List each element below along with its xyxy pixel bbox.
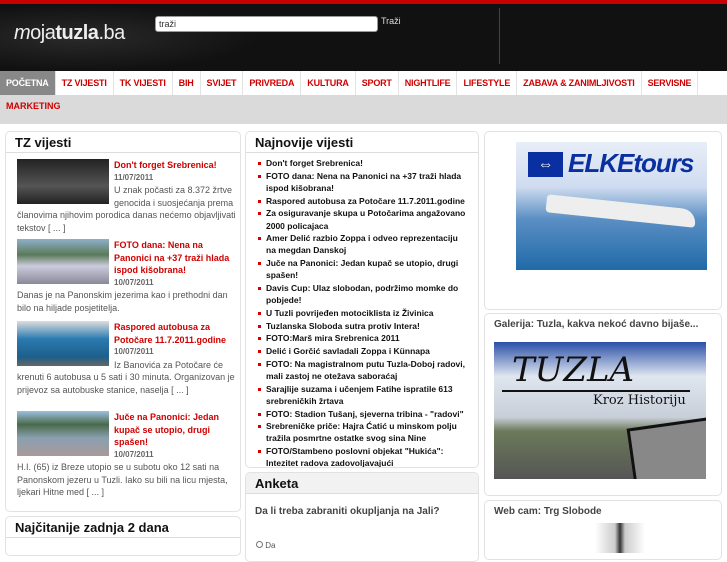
news-thumbnail[interactable] [17,321,109,366]
ad-text: ELKEtours [568,148,694,178]
tz-vijesti-box: TZ vijesti Don't forget Srebrenica! 11/07… [5,131,241,512]
news-excerpt: H.I. (65) iz Breze utopio se u subotu ok… [17,462,228,497]
latest-news-link[interactable]: Davis Cup: Ulaz slobodan, podržimo momke… [258,282,470,306]
latest-news-link[interactable]: Amer Delić razbio Zoppa i odveo reprezen… [258,232,470,256]
webcam-box: Web cam: Trg Slobode [484,500,722,560]
box-title: Najnovije vijesti [246,132,478,153]
anketa-box: Anketa Da li treba zabraniti okupljanja … [245,472,479,562]
tz-news-item: Don't forget Srebrenica! 11/07/2011 U znak… [17,159,239,234]
latest-news-link[interactable]: Juče na Panonici: Jedan kupač se utopio,… [258,257,470,281]
nav-item[interactable]: ZABAVA & ZANIMLJIVOSTI [517,71,642,95]
poll-option-label: Da [265,541,276,550]
search-button[interactable]: Traži [381,16,401,26]
news-excerpt: Danas je na Panonskim jezerima kao i pre… [17,290,228,313]
latest-news-link[interactable]: Srebreničke priče: Hajra Ćatić u minskom… [258,420,470,444]
latest-news-link[interactable]: FOTO:Marš mira Srebrenica 2011 [258,332,470,344]
box-title: TZ vijesti [6,132,240,153]
airplane-image [545,194,697,228]
nav-item-marketing[interactable]: MARKETING [6,101,61,111]
latest-news-link[interactable]: FOTO/Stambeno poslovni objekat "Hukića":… [258,445,470,467]
nav-item[interactable]: NIGHTLIFE [399,71,458,95]
header: mojatuzla.ba Traži [0,4,727,71]
nav-item[interactable]: KULTURA [301,71,356,95]
galerija-image[interactable]: TUZLA Kroz Historiju [494,342,706,479]
goat-photo [626,415,706,479]
nav-item[interactable]: BIH [173,71,201,95]
webcam-image[interactable] [595,523,645,553]
latest-news-link[interactable]: Sarajlije suzama i učenjem Fatihe isprat… [258,383,470,407]
galerija-box: Galerija: Tuzla, kakva nekoć davno bijaš… [484,313,722,496]
nav-item[interactable]: SERVISNE [642,71,699,95]
search-input[interactable] [155,16,378,32]
tz-news-item: FOTO dana: Nena na Panonici na +37 traži… [17,239,239,314]
nav-item[interactable]: SVIJET [201,71,244,95]
poll-question: Da li treba zabraniti okupljanja na Jali… [255,506,440,517]
news-thumbnail[interactable] [17,239,109,284]
nav-item[interactable]: POČETNA [0,71,56,95]
news-thumbnail[interactable] [17,411,109,456]
latest-news-link[interactable]: U Tuzli povrijeđen motociklista iz Živin… [258,307,470,319]
latest-news-link[interactable]: FOTO dana: Nena na Panonici na +37 traži… [258,170,470,194]
nav-item[interactable]: PRIVREDA [243,71,302,95]
latest-news-link[interactable]: FOTO: Na magistralnom putu Tuzla-Doboj r… [258,358,470,382]
galerija-image-subtitle: Kroz Historiju [593,393,686,408]
galerija-image-title: TUZLA [512,350,635,390]
news-thumbnail[interactable] [17,159,109,204]
najcitanije-box: Najčitanije zadnja 2 dana [5,516,241,556]
ad-box: ⇔ ELKEtours [484,131,722,310]
box-title: Anketa [246,473,478,494]
poll-option[interactable]: Da [256,541,275,550]
elketours-ad[interactable]: ⇔ ELKEtours [516,142,707,270]
nav-item[interactable]: LIFESTYLE [457,71,518,95]
latest-news-link[interactable]: Za osiguravanje skupa u Potočarima angaž… [258,207,470,231]
webcam-title[interactable]: Web cam: Trg Slobode [485,501,721,522]
galerija-title[interactable]: Galerija: Tuzla, kakva nekoć davno bijaš… [485,314,721,335]
latest-news-link[interactable]: Delić i Gorčić savladali Zoppa i Künnapa [258,345,470,357]
nav-item[interactable]: SPORT [356,71,399,95]
latest-news-link[interactable]: Don't forget Srebrenica! [258,157,470,169]
sub-nav: MARKETING [0,95,727,124]
header-divider [499,8,500,64]
nav-item[interactable]: TZ VIJESTI [56,71,114,95]
latest-news-link[interactable]: Tuzlanska Sloboda sutra protiv Intera! [258,320,470,332]
main-nav: POČETNA TZ VIJESTI TK VIJESTI BIH SVIJET PRIV… [0,71,727,95]
site-logo[interactable]: mojatuzla.ba [14,22,125,45]
najnovije-box: Najnovije vijesti Don't forget Srebrenic… [245,131,479,468]
nav-item[interactable]: TK VIJESTI [114,71,173,95]
divider-line [502,390,690,392]
elketours-logo-icon: ⇔ [528,152,563,177]
box-title: Najčitanije zadnja 2 dana [6,517,240,538]
latest-news-link[interactable]: Raspored autobusa za Potočare 11.7.2011.… [258,195,470,207]
tz-news-item: Raspored autobusa za Potočare 11.7.2011.… [17,321,239,396]
tz-news-item: Juče na Panonici: Jedan kupač se utopio,… [17,411,239,499]
latest-news-link[interactable]: FOTO: Stadion Tušanj, sjeverna tribina -… [258,408,470,420]
